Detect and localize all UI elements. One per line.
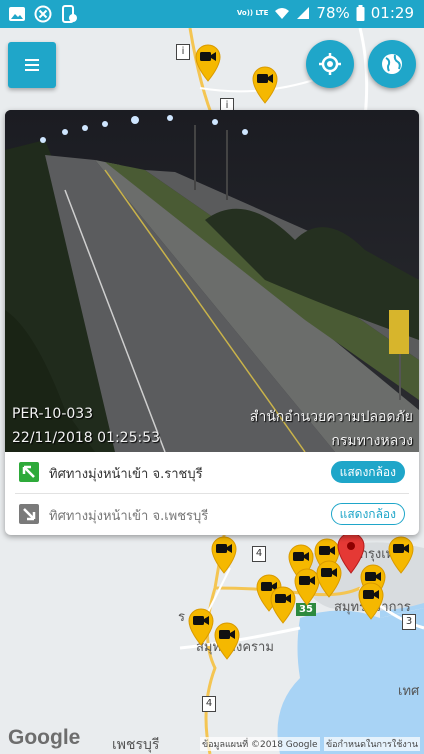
camera-agency-line1: สำนักอำนวยความปลอดภัย	[249, 409, 413, 425]
menu-icon	[25, 59, 39, 71]
camera-pin-icon	[211, 536, 237, 574]
camera-snapshot-image	[5, 110, 419, 452]
volte-indicator: Vo)) LTE	[236, 9, 269, 17]
red-marker-icon	[337, 532, 365, 574]
camera-pin[interactable]	[193, 42, 223, 82]
map-data-attribution[interactable]: ข้อมูลแผนที่ ©2018 Google	[200, 737, 320, 751]
map-label-ratchaburi: ร	[178, 610, 185, 625]
arrow-up-left-icon	[19, 462, 39, 482]
map-label-thep: เทศ	[398, 684, 420, 699]
camera-card: PER-10-033 22/11/2018 01:25:53 สำนักอำนว…	[5, 110, 419, 535]
direction-label: ทิศทางมุ่งหน้าเข้า จ.ราชบุรี	[49, 467, 203, 482]
camera-pin[interactable]	[209, 534, 239, 574]
route-shield: 4	[252, 546, 266, 562]
camera-snapshot[interactable]: PER-10-033 22/11/2018 01:25:53 สำนักอำนว…	[5, 110, 419, 452]
phone-settings-icon	[62, 5, 77, 23]
menu-button[interactable]	[8, 42, 56, 88]
selected-location-marker[interactable]	[336, 532, 366, 574]
signal-icon	[297, 7, 310, 19]
battery-percent: 78%	[316, 4, 350, 22]
camera-pin-icon	[214, 622, 240, 660]
my-location-icon	[319, 53, 341, 75]
clock: 01:29	[370, 4, 414, 22]
route-shield: 4	[202, 696, 216, 712]
camera-pin[interactable]	[212, 620, 242, 660]
camera-pin[interactable]	[250, 64, 280, 104]
show-camera-button[interactable]: แสดงกล้อง	[330, 461, 405, 483]
arrow-down-right-icon	[19, 504, 39, 524]
gallery-icon	[9, 7, 25, 21]
direction-row-phetchaburi[interactable]: ทิศทางมุ่งหน้าเข้า จ.เพชรบุรี แสดงกล้อง	[5, 494, 419, 534]
show-camera-button[interactable]: แสดงกล้อง	[330, 503, 405, 525]
map-label-phetchaburi: เพชรบุรี	[112, 737, 160, 753]
map-type-button[interactable]	[368, 40, 416, 88]
camera-datetime: 22/11/2018 01:25:53	[12, 430, 161, 446]
camera-agency-line2: กรมทางหลวง	[331, 433, 413, 449]
route-shield: i	[176, 44, 190, 60]
globe-icon	[382, 54, 402, 74]
direction-row-ratchaburi[interactable]: ทิศทางมุ่งหน้าเข้า จ.ราชบุรี แสดงกล้อง	[5, 452, 419, 492]
camera-pin-icon	[358, 582, 384, 620]
battery-icon	[356, 5, 365, 21]
camera-pin-icon	[195, 44, 221, 82]
my-location-button[interactable]	[306, 40, 354, 88]
route-shield: 3	[402, 614, 416, 630]
camera-pin-icon	[388, 536, 414, 574]
terms-link[interactable]: ข้อกำหนดในการใช้งาน	[324, 737, 420, 751]
blocked-icon	[34, 5, 52, 23]
wifi-icon	[275, 8, 290, 19]
direction-label: ทิศทางมุ่งหน้าเข้า จ.เพชรบุรี	[49, 509, 209, 524]
camera-pin-icon	[252, 66, 278, 104]
camera-pin[interactable]	[386, 534, 416, 574]
google-logo: Google	[8, 726, 81, 749]
camera-pin[interactable]	[356, 580, 386, 620]
status-bar: Vo)) LTE 78% 01:29	[0, 0, 424, 28]
camera-id: PER-10-033	[12, 406, 94, 422]
